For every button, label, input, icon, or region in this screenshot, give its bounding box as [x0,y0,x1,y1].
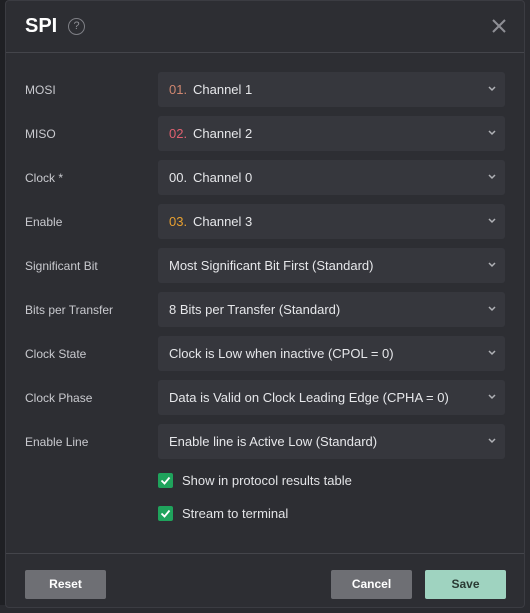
chevron-down-icon [488,86,496,92]
select-value: Most Significant Bit First (Standard) [169,258,374,273]
channel-number: 00. [169,170,188,185]
chevron-down-icon [488,174,496,180]
select-value: Channel 0 [193,170,253,185]
chevron-down-icon [488,438,496,444]
checkmark-icon [160,509,171,518]
mosi-label: MOSI [25,83,56,97]
mosi-select[interactable]: 01. Channel 1 [158,72,505,107]
select-value: Channel 3 [193,214,253,229]
clock-select[interactable]: 00. Channel 0 [158,160,505,195]
select-value: Channel 2 [193,126,253,141]
clock-label: Clock * [25,171,64,185]
miso-label: MISO [25,127,56,141]
significant-bit-label: Significant Bit [25,259,98,273]
miso-select[interactable]: 02. Channel 2 [158,116,505,151]
select-value: Enable line is Active Low (Standard) [169,434,378,449]
channel-number: 03. [169,214,188,229]
chevron-down-icon [488,394,496,400]
select-value: Data is Valid on Clock Leading Edge (CPH… [169,390,449,405]
select-value: Clock is Low when inactive (CPOL = 0) [169,346,394,361]
chevron-down-icon [488,350,496,356]
close-icon[interactable] [490,17,508,35]
significant-bit-select[interactable]: Most Significant Bit First (Standard) [158,248,505,283]
chevron-down-icon [488,130,496,136]
checkmark-icon [160,476,171,485]
chevron-down-icon [488,306,496,312]
save-button[interactable]: Save [425,570,506,599]
bits-per-transfer-select[interactable]: 8 Bits per Transfer (Standard) [158,292,505,327]
show-in-table-checkbox[interactable] [158,473,173,488]
enable-line-label: Enable Line [25,435,89,449]
stream-to-terminal-label[interactable]: Stream to terminal [182,506,288,521]
show-in-table-label[interactable]: Show in protocol results table [182,473,352,488]
clock-phase-label: Clock Phase [25,391,93,405]
spi-dialog: SPI ? MOSI 01. Channel 1 MISO 02. Channe… [5,0,525,608]
stream-to-terminal-checkbox[interactable] [158,506,173,521]
reset-button[interactable]: Reset [25,570,106,599]
question-circle-icon[interactable]: ? [68,18,85,35]
channel-number: 02. [169,126,188,141]
channel-number: 01. [169,82,188,97]
select-value: Channel 1 [193,82,253,97]
cancel-button[interactable]: Cancel [331,570,412,599]
enable-line-select[interactable]: Enable line is Active Low (Standard) [158,424,505,459]
footer-divider [6,553,524,554]
dialog-title: SPI [25,15,58,37]
bits-per-transfer-label: Bits per Transfer [25,303,114,317]
dialog-header: SPI ? [6,1,524,53]
enable-select[interactable]: 03. Channel 3 [158,204,505,239]
clock-state-label: Clock State [25,347,87,361]
select-value: 8 Bits per Transfer (Standard) [169,302,341,317]
enable-label: Enable [25,215,63,229]
clock-state-select[interactable]: Clock is Low when inactive (CPOL = 0) [158,336,505,371]
chevron-down-icon [488,218,496,224]
chevron-down-icon [488,262,496,268]
clock-phase-select[interactable]: Data is Valid on Clock Leading Edge (CPH… [158,380,505,415]
